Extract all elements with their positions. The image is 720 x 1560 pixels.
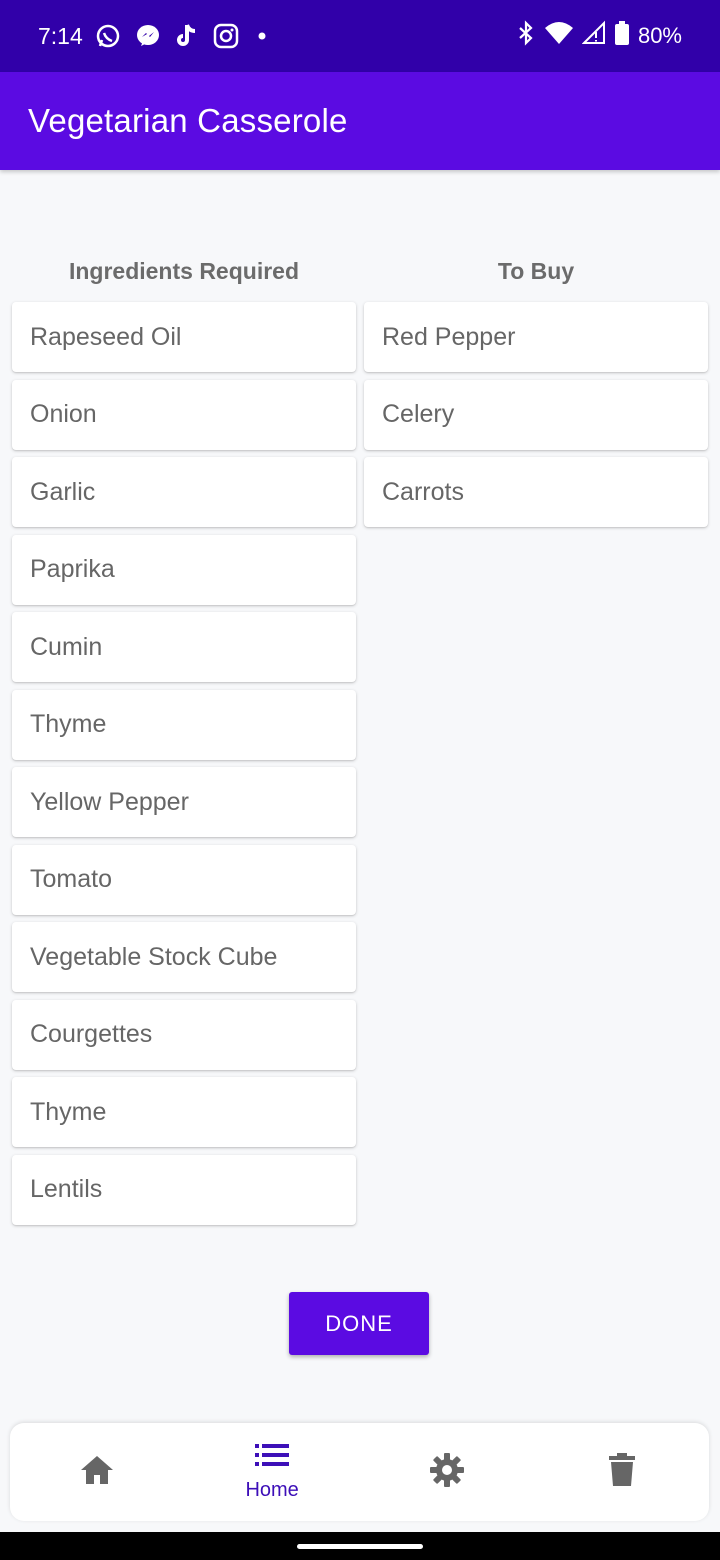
to-buy-header: To Buy <box>497 258 575 284</box>
list-item[interactable]: Onion <box>12 379 356 450</box>
instagram-icon <box>213 23 239 49</box>
gesture-handle[interactable] <box>297 1544 423 1549</box>
notification-icons <box>95 23 271 49</box>
tiktok-icon <box>175 23 199 49</box>
messenger-icon <box>135 23 161 49</box>
app-bar: Vegetarian Casserole <box>0 72 720 170</box>
page-title: Vegetarian Casserole <box>28 102 348 139</box>
done-button[interactable]: DONE <box>289 1292 429 1355</box>
nav-item-list[interactable]: Home <box>185 1423 360 1521</box>
status-time: 7:14 <box>38 22 83 49</box>
ingredients-required-header: Ingredients Required <box>68 258 300 284</box>
trash-icon <box>607 1452 637 1493</box>
gear-icon <box>429 1452 465 1493</box>
list-item[interactable]: Carrots <box>364 457 708 527</box>
home-icon <box>79 1453 115 1492</box>
whatsapp-icon <box>95 23 121 49</box>
battery-icon <box>614 20 630 52</box>
nav-item-delete[interactable] <box>534 1423 709 1521</box>
list-item[interactable]: Vegetable Stock Cube <box>12 922 356 992</box>
list-item[interactable]: Thyme <box>12 1077 356 1147</box>
list-icon <box>254 1442 290 1473</box>
list-item[interactable]: Red Pepper <box>364 302 708 372</box>
system-status: 80% <box>516 20 682 52</box>
list-item[interactable]: Garlic <box>12 457 356 527</box>
list-item[interactable]: Paprika <box>12 534 356 605</box>
signal-icon <box>581 20 606 52</box>
to-buy-list: Red Pepper Celery Carrots <box>364 302 708 527</box>
list-item[interactable]: Lentils <box>12 1154 356 1225</box>
nav-item-settings[interactable] <box>360 1423 535 1521</box>
battery-percent: 80% <box>637 23 682 48</box>
ingredients-required-list: Rapeseed Oil Onion Garlic Paprika Cumin … <box>12 302 356 1225</box>
nav-label-home: Home <box>245 1479 299 1501</box>
list-item[interactable]: Thyme <box>12 689 356 760</box>
status-bar: 7:14 80% <box>0 0 720 72</box>
wifi-icon <box>544 20 574 52</box>
list-item[interactable]: Celery <box>364 379 708 450</box>
list-item[interactable]: Rapeseed Oil <box>12 302 356 372</box>
list-item[interactable]: Yellow Pepper <box>12 767 356 837</box>
nav-item-home-page[interactable] <box>10 1423 185 1521</box>
list-item[interactable]: Cumin <box>12 612 356 682</box>
list-item[interactable]: Tomato <box>12 844 356 915</box>
bottom-navigation: Home <box>10 1423 709 1521</box>
dot-icon <box>253 23 271 49</box>
bluetooth-icon <box>516 20 536 52</box>
list-item[interactable]: Courgettes <box>12 999 356 1070</box>
